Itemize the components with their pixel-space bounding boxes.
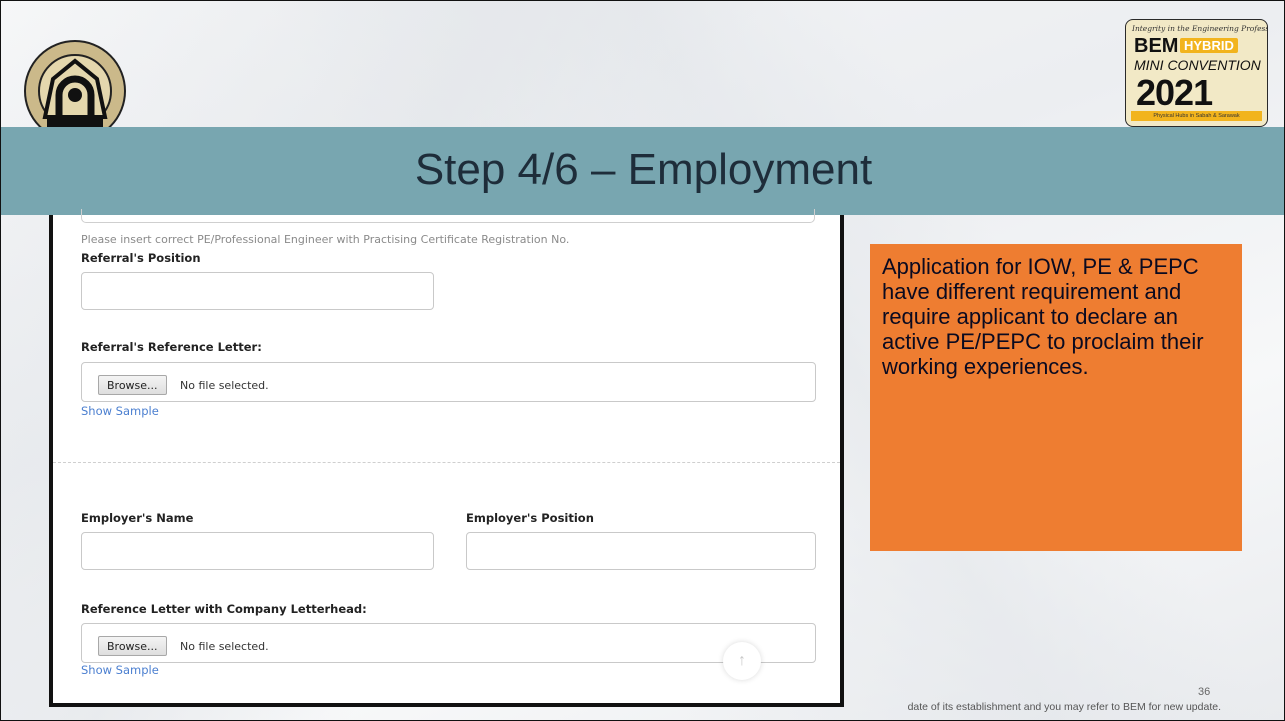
no-file-text-2: No file selected. xyxy=(180,640,269,653)
logo-brand: BEM xyxy=(1134,35,1179,57)
referral-letter-label: Referral's Reference Letter: xyxy=(81,340,262,354)
arrow-up-icon: ↑ xyxy=(738,652,746,669)
callout-text: Application for IOW, PE & PEPC have diff… xyxy=(882,254,1204,379)
referral-position-label: Referral's Position xyxy=(81,251,201,265)
referral-position-input[interactable] xyxy=(81,272,434,310)
bem-convention-logo: Integrity in the Engineering Profession … xyxy=(1125,19,1268,127)
scroll-to-top-button[interactable]: ↑ xyxy=(723,642,761,680)
reference-letter-label: Reference Letter with Company Letterhead… xyxy=(81,602,367,616)
reference-letter-file-field[interactable]: Browse... No file selected. xyxy=(81,623,816,663)
show-sample-link-2[interactable]: Show Sample xyxy=(81,663,159,677)
registration-hint: Please insert correct PE/Professional En… xyxy=(81,233,570,246)
title-band: Step 4/6 – Employment xyxy=(1,127,1284,215)
slide-title: Step 4/6 – Employment xyxy=(414,145,873,194)
page-number: 36 xyxy=(1198,686,1211,698)
show-sample-link[interactable]: Show Sample xyxy=(81,404,159,418)
footer-note: date of its establishment and you may re… xyxy=(907,701,1221,713)
employer-name-label: Employer's Name xyxy=(81,511,194,525)
logo-strip: Physical Hubs in Sabah & Sarawak xyxy=(1131,111,1262,121)
logo-year: 2021 xyxy=(1136,72,1213,113)
logo-tagline: Integrity in the Engineering Profession xyxy=(1132,24,1268,33)
registration-number-field[interactable] xyxy=(81,209,815,223)
employer-position-input[interactable] xyxy=(466,532,816,570)
logo-badge: HYBRID xyxy=(1180,38,1238,53)
info-callout: Application for IOW, PE & PEPC have diff… xyxy=(870,244,1242,551)
browse-button-2[interactable]: Browse... xyxy=(98,636,167,656)
browse-button[interactable]: Browse... xyxy=(98,375,167,395)
form-screenshot: Please insert correct PE/Professional En… xyxy=(49,209,844,707)
employer-position-label: Employer's Position xyxy=(466,511,594,525)
no-file-text: No file selected. xyxy=(180,379,269,392)
slide: Integrity in the Engineering Profession … xyxy=(0,0,1285,721)
logo-subtitle: MINI CONVENTION xyxy=(1134,57,1261,73)
employer-name-input[interactable] xyxy=(81,532,434,570)
referral-letter-file-field[interactable]: Browse... No file selected. xyxy=(81,362,816,402)
section-divider xyxy=(53,462,840,463)
